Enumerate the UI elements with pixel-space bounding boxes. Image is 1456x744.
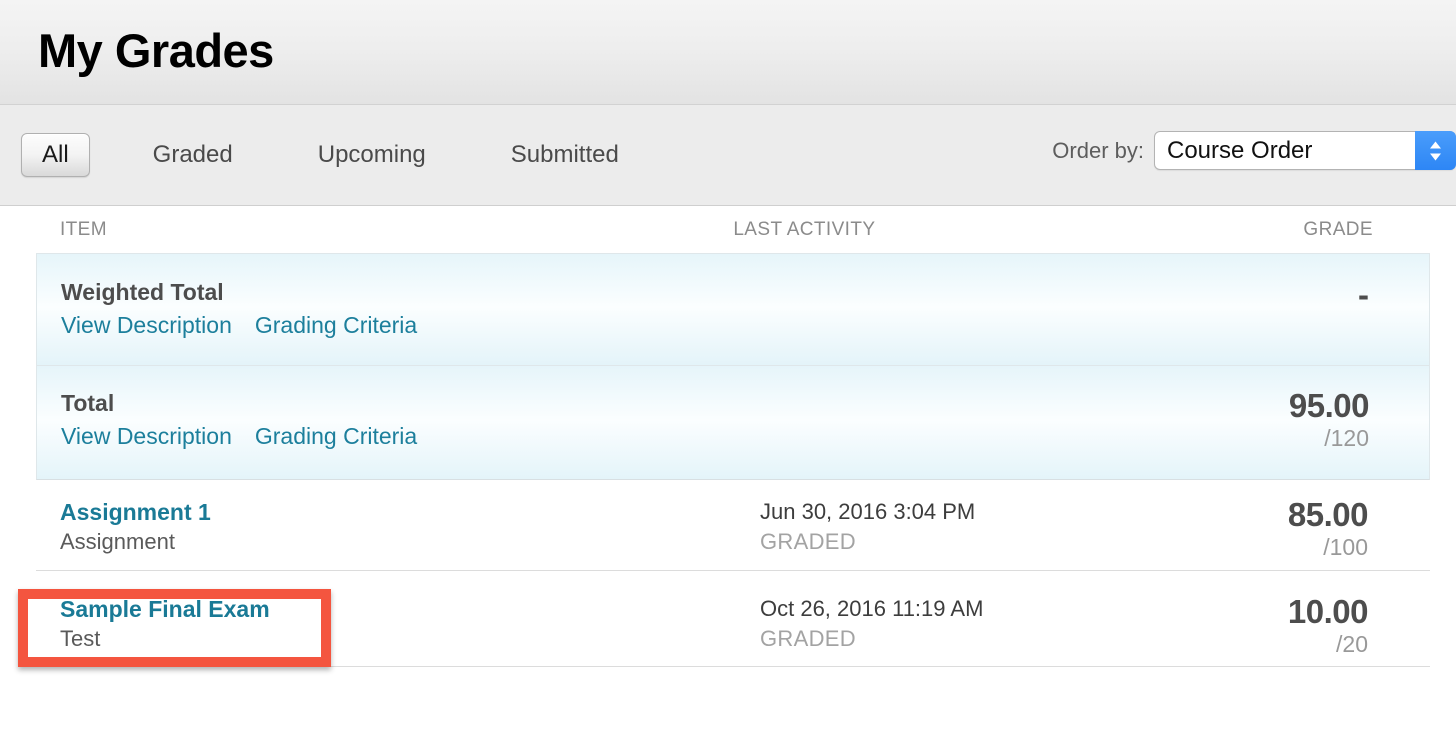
row-grade-cell: 10.00 /20 xyxy=(1195,593,1425,658)
page-title: My Grades xyxy=(38,23,274,77)
table-row[interactable]: Weighted Total View Description Grading … xyxy=(36,253,1430,365)
column-header-item: ITEM xyxy=(60,218,107,240)
tab-graded[interactable]: Graded xyxy=(132,133,254,177)
row-title: Total xyxy=(61,390,115,416)
table-row[interactable]: Assignment 1 Assignment Jun 30, 2016 3:0… xyxy=(36,480,1430,571)
row-grade-score: 95.00 xyxy=(1288,387,1370,424)
column-header-last-activity: LAST ACTIVITY xyxy=(733,218,876,240)
row-links: View Description Grading Criteria xyxy=(61,312,761,340)
row-item-cell: Weighted Total View Description Grading … xyxy=(61,278,761,340)
column-header-grade: GRADE xyxy=(1303,218,1373,240)
order-by-selected-value: Course Order xyxy=(1167,136,1313,164)
sample-final-exam-link[interactable]: Sample Final Exam xyxy=(60,595,760,623)
row-last-activity: Oct 26, 2016 11:19 AM xyxy=(760,596,984,621)
row-last-activity-cell: Jun 30, 2016 3:04 PM GRADED xyxy=(760,498,1195,556)
grading-criteria-link[interactable]: Grading Criteria xyxy=(255,312,417,340)
table-row[interactable]: Sample Final Exam Test Oct 26, 2016 11:1… xyxy=(36,571,1430,667)
row-subtitle: Test xyxy=(60,626,101,652)
row-grade-outof: /120 xyxy=(1324,424,1369,451)
row-grade-outof: /20 xyxy=(1336,630,1368,657)
order-by-control: Order by: Course Order xyxy=(1052,131,1456,170)
row-grade-score: 85.00 xyxy=(1287,496,1369,533)
status-badge: GRADED xyxy=(760,625,856,651)
order-by-label: Order by: xyxy=(1052,137,1144,163)
row-links: View Description Grading Criteria xyxy=(61,423,761,451)
tab-upcoming[interactable]: Upcoming xyxy=(297,133,447,177)
page-header: My Grades xyxy=(0,0,1456,105)
grades-table: ITEM LAST ACTIVITY GRADE Weighted Total … xyxy=(0,206,1456,667)
view-description-link[interactable]: View Description xyxy=(61,312,232,340)
assignment-1-link[interactable]: Assignment 1 xyxy=(60,498,760,526)
row-subtitle: Assignment xyxy=(60,529,175,555)
row-item-cell: Sample Final Exam Test xyxy=(60,595,760,654)
row-grade-score: - xyxy=(1358,276,1369,313)
table-header-row: ITEM LAST ACTIVITY GRADE xyxy=(36,206,1430,253)
chevron-up-down-icon[interactable] xyxy=(1415,131,1456,170)
row-last-activity-cell: Oct 26, 2016 11:19 AM GRADED xyxy=(760,595,1195,653)
order-by-select[interactable]: Course Order xyxy=(1154,131,1456,170)
tab-all[interactable]: All xyxy=(21,132,90,178)
status-badge: GRADED xyxy=(760,528,856,554)
filter-toolbar: All Graded Upcoming Submitted Order by: … xyxy=(0,105,1456,206)
row-grade-cell: 95.00 /120 xyxy=(1196,387,1426,452)
row-grade-outof: /100 xyxy=(1323,533,1368,560)
row-grade-score: 10.00 xyxy=(1287,593,1369,630)
row-grade-cell: 85.00 /100 xyxy=(1195,496,1425,561)
grading-criteria-link[interactable]: Grading Criteria xyxy=(255,423,417,451)
row-item-cell: Assignment 1 Assignment xyxy=(60,498,760,557)
table-row[interactable]: Total View Description Grading Criteria … xyxy=(36,365,1430,480)
tab-submitted[interactable]: Submitted xyxy=(490,133,640,177)
row-item-cell: Total View Description Grading Criteria xyxy=(61,389,761,451)
row-title: Weighted Total xyxy=(61,279,224,305)
view-description-link[interactable]: View Description xyxy=(61,423,232,451)
row-last-activity: Jun 30, 2016 3:04 PM xyxy=(760,499,976,524)
row-grade-cell: - xyxy=(1196,276,1426,314)
filter-tabs: All Graded Upcoming Submitted xyxy=(0,132,640,178)
